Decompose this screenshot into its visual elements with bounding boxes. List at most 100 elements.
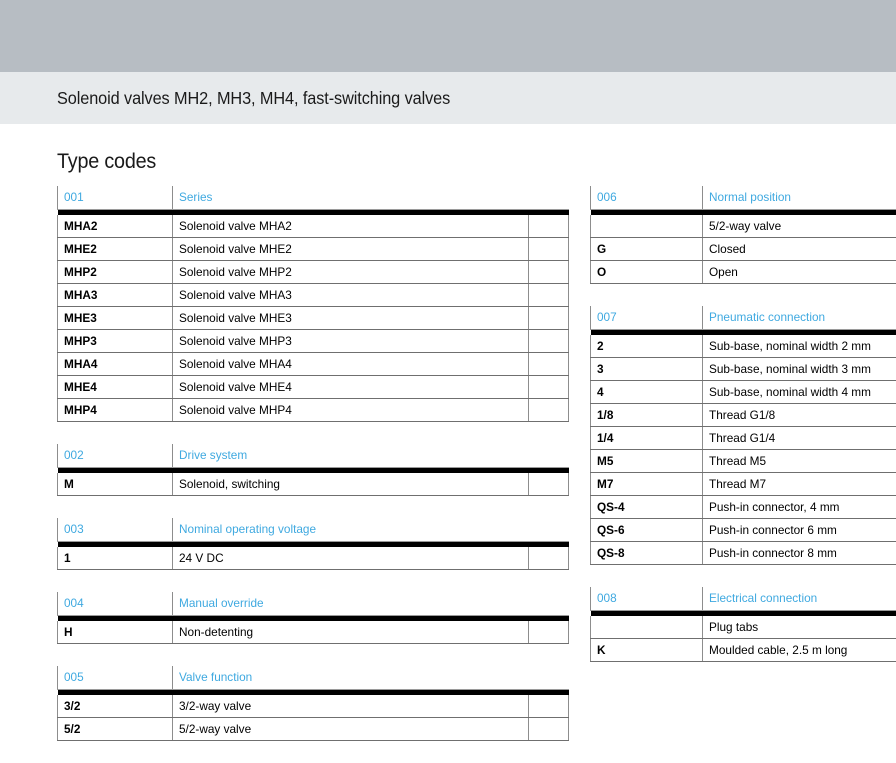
row-code: 3/2 bbox=[58, 695, 173, 718]
table-header-row: 007Pneumatic connection bbox=[591, 306, 896, 330]
type-code-table-003: 003Nominal operating voltage 124 V DC bbox=[57, 518, 569, 570]
row-code: G bbox=[591, 238, 703, 261]
row-code: 3 bbox=[591, 358, 703, 381]
code-column-id: 005 bbox=[58, 666, 173, 690]
table-row: MSolenoid, switching bbox=[58, 473, 569, 496]
row-description: Plug tabs bbox=[703, 616, 896, 639]
table-header-row: 008Electrical connection bbox=[591, 587, 896, 611]
row-code: MHA4 bbox=[58, 353, 173, 376]
row-code bbox=[591, 215, 703, 238]
row-code: MHE3 bbox=[58, 307, 173, 330]
row-code: 2 bbox=[591, 335, 703, 358]
table-row: 1/8Thread G1/8 bbox=[591, 404, 896, 427]
row-code: QS-6 bbox=[591, 519, 703, 542]
table-header-row: 003Nominal operating voltage bbox=[58, 518, 569, 542]
type-code-table-002: 002Drive systemMSolenoid, switching bbox=[57, 444, 569, 496]
row-code: M bbox=[58, 473, 173, 496]
row-description: Sub-base, nominal width 4 mm bbox=[703, 381, 896, 404]
code-column-id: 001 bbox=[58, 186, 173, 210]
table-row: MHE4Solenoid valve MHE4 bbox=[58, 376, 569, 399]
table-row: 5/2-way valve bbox=[591, 215, 896, 238]
table-row: QS-8Push-in connector 8 mm bbox=[591, 542, 896, 565]
table-row: OOpen bbox=[591, 261, 896, 284]
table-row: 3/23/2-way valve bbox=[58, 695, 569, 718]
row-description: Solenoid, switching bbox=[173, 473, 529, 496]
row-description: Push-in connector, 4 mm bbox=[703, 496, 896, 519]
row-description: Sub-base, nominal width 2 mm bbox=[703, 335, 896, 358]
code-column-title: Manual override bbox=[173, 592, 529, 616]
row-description: Open bbox=[703, 261, 896, 284]
type-code-table-007: 007Pneumatic connection 2Sub-base, nomina… bbox=[590, 306, 896, 565]
row-code: MHP3 bbox=[58, 330, 173, 353]
row-description: Thread M5 bbox=[703, 450, 896, 473]
table-row: 124 V DC bbox=[58, 547, 569, 570]
row-description: Solenoid valve MHP3 bbox=[173, 330, 529, 353]
row-code: MHE2 bbox=[58, 238, 173, 261]
code-column-title: Valve function bbox=[173, 666, 529, 690]
row-description: Closed bbox=[703, 238, 896, 261]
code-column-id: 003 bbox=[58, 518, 173, 542]
code-column-title: Drive system bbox=[173, 444, 529, 468]
table-row: 3Sub-base, nominal width 3 mm bbox=[591, 358, 896, 381]
page-title: Solenoid valves MH2, MH3, MH4, fast-swit… bbox=[57, 88, 450, 109]
row-code: MHE4 bbox=[58, 376, 173, 399]
row-description: Thread G1/8 bbox=[703, 404, 896, 427]
row-spacer bbox=[529, 473, 569, 496]
code-column-title: Series bbox=[173, 186, 529, 210]
code-column-spacer bbox=[529, 666, 569, 690]
table-row: MHA2Solenoid valve MHA2 bbox=[58, 215, 569, 238]
table-row: 4Sub-base, nominal width 4 mm bbox=[591, 381, 896, 404]
table-row: MHE2Solenoid valve MHE2 bbox=[58, 238, 569, 261]
table-header-row: 001Series bbox=[58, 186, 569, 210]
row-code bbox=[591, 616, 703, 639]
table-header-row: 004Manual override bbox=[58, 592, 569, 616]
code-column-id: 008 bbox=[591, 587, 703, 611]
row-description: Thread G1/4 bbox=[703, 427, 896, 450]
table-row: M7Thread M7 bbox=[591, 473, 896, 496]
code-column-spacer bbox=[529, 186, 569, 210]
table-row: MHA4Solenoid valve MHA4 bbox=[58, 353, 569, 376]
row-spacer bbox=[529, 330, 569, 353]
row-description: Push-in connector 6 mm bbox=[703, 519, 896, 542]
row-code: K bbox=[591, 639, 703, 662]
table-row: MHE3Solenoid valve MHE3 bbox=[58, 307, 569, 330]
row-code: 5/2 bbox=[58, 718, 173, 741]
type-code-table-001: 001SeriesMHA2Solenoid valve MHA2MHE2Sole… bbox=[57, 186, 569, 422]
row-spacer bbox=[529, 695, 569, 718]
row-code: O bbox=[591, 261, 703, 284]
row-description: Solenoid valve MHE2 bbox=[173, 238, 529, 261]
code-column-title: Nominal operating voltage bbox=[173, 518, 529, 542]
table-header-row: 005Valve function bbox=[58, 666, 569, 690]
table-header-row: 006Normal position bbox=[591, 186, 896, 210]
row-spacer bbox=[529, 547, 569, 570]
row-spacer bbox=[529, 215, 569, 238]
code-column-id: 002 bbox=[58, 444, 173, 468]
row-description: Solenoid valve MHP2 bbox=[173, 261, 529, 284]
row-code: M5 bbox=[591, 450, 703, 473]
row-description: Solenoid valve MHE3 bbox=[173, 307, 529, 330]
table-row: 5/25/2-way valve bbox=[58, 718, 569, 741]
code-column-title: Pneumatic connection bbox=[703, 306, 896, 330]
row-spacer bbox=[529, 261, 569, 284]
row-code: MHA2 bbox=[58, 215, 173, 238]
row-description: 3/2-way valve bbox=[173, 695, 529, 718]
row-spacer bbox=[529, 621, 569, 644]
code-column-spacer bbox=[529, 444, 569, 468]
code-column-title: Normal position bbox=[703, 186, 896, 210]
row-code: QS-8 bbox=[591, 542, 703, 565]
table-row: HNon-detenting bbox=[58, 621, 569, 644]
row-code: QS-4 bbox=[591, 496, 703, 519]
row-description: Thread M7 bbox=[703, 473, 896, 496]
section-heading: Type codes bbox=[57, 150, 846, 174]
table-row: 1/4Thread G1/4 bbox=[591, 427, 896, 450]
row-description: Moulded cable, 2.5 m long bbox=[703, 639, 896, 662]
table-row: Plug tabs bbox=[591, 616, 896, 639]
code-column-spacer bbox=[529, 518, 569, 542]
title-banner-band: Solenoid valves MH2, MH3, MH4, fast-swit… bbox=[0, 72, 896, 124]
row-spacer bbox=[529, 284, 569, 307]
row-code: 1 bbox=[58, 547, 173, 570]
table-row: MHP4Solenoid valve MHP4 bbox=[58, 399, 569, 422]
row-description: 5/2-way valve bbox=[703, 215, 896, 238]
row-description: Solenoid valve MHA4 bbox=[173, 353, 529, 376]
table-row: MHA3Solenoid valve MHA3 bbox=[58, 284, 569, 307]
